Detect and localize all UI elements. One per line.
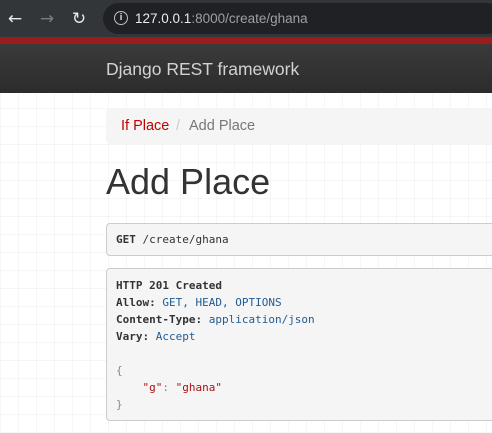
json-colon: :: [162, 381, 176, 394]
response-info: HTTP 201 Created Allow: GET, HEAD, OPTIO…: [106, 268, 492, 421]
request-path: /create/ghana: [142, 233, 229, 246]
header-name: Content-Type:: [116, 313, 203, 326]
header-value: GET, HEAD, OPTIONS: [162, 296, 282, 309]
request-info: GET /create/ghana: [106, 223, 492, 256]
json-open-brace: {: [116, 364, 123, 377]
back-arrow-icon[interactable]: ←: [2, 6, 28, 32]
header-name: Vary:: [116, 330, 150, 343]
brand-link[interactable]: Django REST framework: [106, 59, 299, 80]
top-accent-strip: [0, 37, 492, 44]
url-text[interactable]: 127.0.0.1:8000/create/ghana: [135, 11, 308, 26]
breadcrumb-separator: /: [176, 118, 181, 134]
json-close-brace: }: [116, 398, 123, 411]
url-path: :8000/create/ghana: [191, 11, 308, 26]
request-line: GET /create/ghana: [116, 231, 229, 248]
breadcrumb-item-add-place: Add Place: [189, 118, 256, 134]
request-method: GET: [116, 233, 136, 246]
forward-arrow-icon[interactable]: →: [34, 6, 60, 32]
json-value: "ghana": [175, 381, 222, 394]
header-name: Allow:: [116, 296, 156, 309]
drf-navbar: Django REST framework: [0, 44, 492, 93]
response-status: HTTP 201 Created: [116, 279, 222, 292]
header-value: application/json: [208, 313, 315, 326]
header-value: Accept: [155, 330, 196, 343]
breadcrumb: If Place / Add Place: [106, 108, 492, 144]
url-host: 127.0.0.1: [135, 11, 192, 26]
address-bar[interactable]: i 127.0.0.1:8000/create/ghana: [103, 3, 492, 34]
page-title: Add Place: [106, 161, 271, 202]
breadcrumb-item-if-place[interactable]: If Place: [121, 118, 169, 134]
response-content: HTTP 201 Created Allow: GET, HEAD, OPTIO…: [116, 277, 315, 413]
json-key: "g": [142, 381, 163, 394]
reload-icon[interactable]: ↻: [66, 6, 92, 32]
site-info-icon[interactable]: i: [114, 11, 128, 25]
browser-toolbar: ← → ↻ i 127.0.0.1:8000/create/ghana: [0, 0, 492, 37]
